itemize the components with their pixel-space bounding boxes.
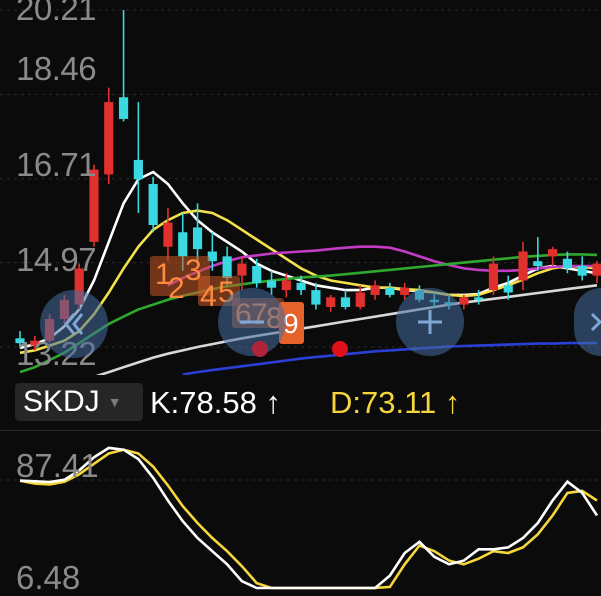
event-dot [252, 341, 268, 357]
k-value: K:78.58 ↑ [150, 385, 281, 421]
k-value-text: K:78.58 [150, 385, 257, 420]
d-line [19, 448, 598, 590]
event-dots [252, 341, 348, 357]
indicator-header: SKDJ ▼ K:78.58 ↑ D:73.11 ↑ [0, 375, 601, 430]
event-dot [332, 341, 348, 357]
caret-down-icon: ▼ [107, 394, 122, 410]
k-line [19, 446, 599, 590]
osc-tick-label: 87.41 [16, 447, 99, 484]
up-arrow-icon: ↑ [444, 385, 461, 420]
indicator-name: SKDJ [23, 385, 100, 418]
osc-tick-label: 6.48 [16, 559, 81, 596]
indicator-selector[interactable]: SKDJ ▼ [15, 383, 143, 421]
up-arrow-icon: ↑ [265, 385, 282, 420]
d-value: D:73.11 ↑ [330, 385, 460, 421]
d-value-text: D:73.11 [330, 385, 437, 420]
